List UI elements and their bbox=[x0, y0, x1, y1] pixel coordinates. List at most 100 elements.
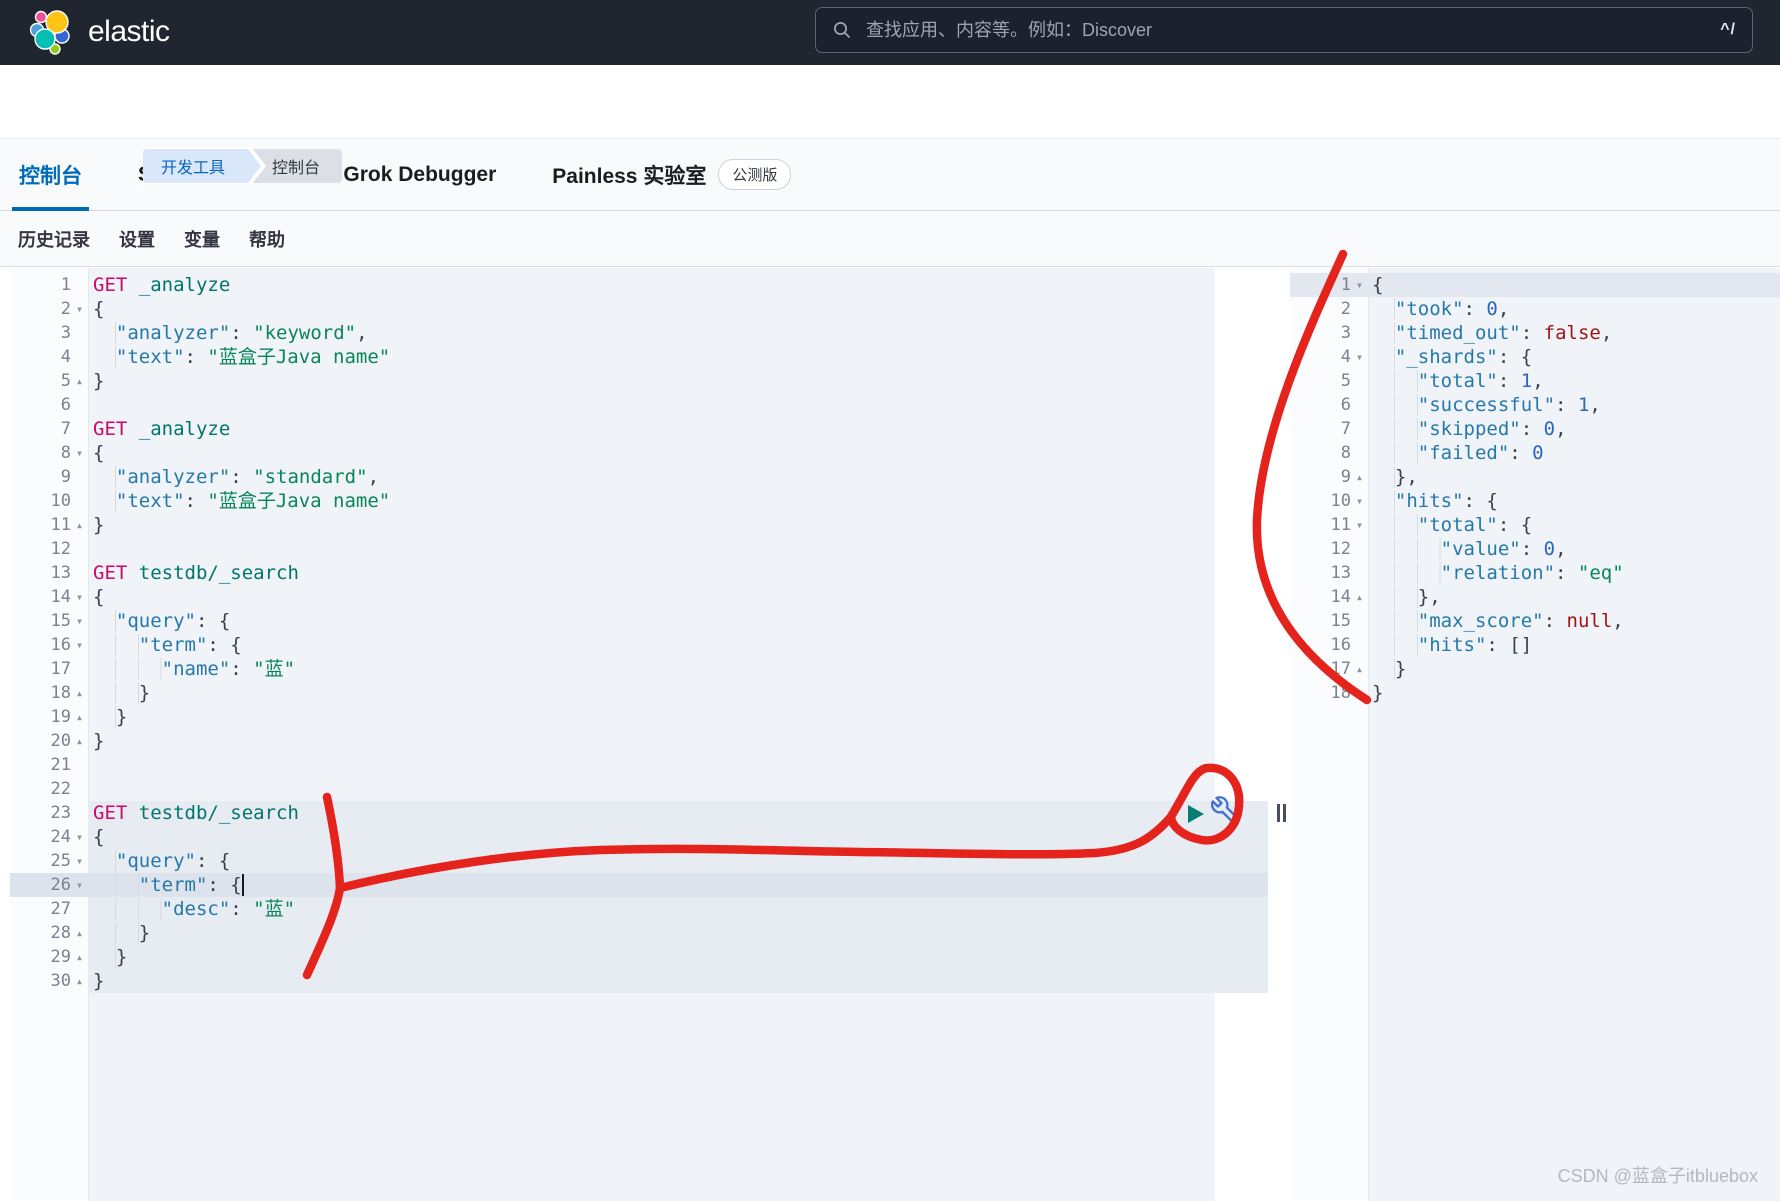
code-line[interactable] bbox=[93, 753, 1273, 777]
request-options-wrench-icon[interactable] bbox=[1211, 796, 1239, 824]
code-line[interactable]: GET _analyze bbox=[93, 417, 1273, 441]
response-viewer[interactable]: { "took": 0, "timed_out": false, "_shard… bbox=[1368, 273, 1780, 705]
code-line[interactable]: "total": { bbox=[1372, 513, 1780, 537]
fold-collapse-icon[interactable]: ▾ bbox=[1351, 278, 1368, 292]
code-line[interactable]: "skipped": 0, bbox=[1372, 417, 1780, 441]
breadcrumb-dev-tools[interactable]: 开发工具 bbox=[143, 149, 264, 183]
code-line[interactable]: "relation": "eq" bbox=[1372, 561, 1780, 585]
code-line[interactable]: "timed_out": false, bbox=[1372, 321, 1780, 345]
console-menu-item[interactable]: 帮助 bbox=[249, 226, 285, 252]
gutter-line: 7 bbox=[10, 417, 88, 441]
code-line[interactable]: "total": 1, bbox=[1372, 369, 1780, 393]
tab-grok-debugger[interactable]: Grok Debugger bbox=[336, 139, 503, 210]
code-line[interactable]: { bbox=[93, 825, 1273, 849]
code-line[interactable] bbox=[93, 393, 1273, 417]
fold-expand-icon[interactable]: ▴ bbox=[71, 950, 88, 964]
fold-expand-icon[interactable]: ▴ bbox=[71, 686, 88, 700]
gutter-line: 3 bbox=[10, 321, 88, 345]
fold-collapse-icon[interactable]: ▾ bbox=[1351, 518, 1368, 532]
code-line[interactable]: "desc": "蓝" bbox=[93, 897, 1273, 921]
fold-collapse-icon[interactable]: ▾ bbox=[71, 590, 88, 604]
fold-collapse-icon[interactable]: ▾ bbox=[71, 638, 88, 652]
code-line[interactable]: GET testdb/_search bbox=[93, 801, 1273, 825]
code-line[interactable]: { bbox=[93, 441, 1273, 465]
code-line[interactable]: } bbox=[93, 705, 1273, 729]
console-menu-item[interactable]: 设置 bbox=[119, 226, 155, 252]
code-line[interactable]: "text": "蓝盒子Java name" bbox=[93, 489, 1273, 513]
code-line[interactable]: "query": { bbox=[93, 609, 1273, 633]
code-line[interactable]: "value": 0, bbox=[1372, 537, 1780, 561]
gutter-line: 2▾ bbox=[10, 297, 88, 321]
request-editor[interactable]: GET _analyze{ "analyzer": "keyword", "te… bbox=[88, 273, 1273, 993]
line-number: 12 bbox=[1331, 539, 1351, 559]
code-line[interactable]: GET testdb/_search bbox=[93, 561, 1273, 585]
csdn-watermark: CSDN @蓝盒子itbluebox bbox=[1558, 1162, 1758, 1188]
code-line[interactable]: { bbox=[1372, 273, 1780, 297]
code-line[interactable]: } bbox=[93, 513, 1273, 537]
tab-painless-实验室[interactable]: Painless 实验室公测版 bbox=[545, 139, 798, 210]
code-line[interactable]: "term": { bbox=[93, 633, 1273, 657]
gutter-line: 22 bbox=[10, 777, 88, 801]
gutter-line: 29▴ bbox=[10, 945, 88, 969]
fold-collapse-icon[interactable]: ▾ bbox=[1351, 350, 1368, 364]
fold-expand-icon[interactable]: ▴ bbox=[71, 734, 88, 748]
fold-collapse-icon[interactable]: ▾ bbox=[71, 614, 88, 628]
code-line[interactable]: "successful": 1, bbox=[1372, 393, 1780, 417]
code-line[interactable]: { bbox=[93, 585, 1273, 609]
fold-expand-icon[interactable]: ▴ bbox=[1351, 470, 1368, 484]
fold-expand-icon[interactable]: ▴ bbox=[71, 926, 88, 940]
code-line[interactable]: "hits": { bbox=[1372, 489, 1780, 513]
breadcrumb-label: 控制台 bbox=[272, 154, 320, 178]
code-line[interactable]: GET _analyze bbox=[93, 273, 1273, 297]
code-line[interactable]: } bbox=[93, 729, 1273, 753]
gutter-line: 27 bbox=[10, 897, 88, 921]
code-line[interactable] bbox=[93, 777, 1273, 801]
fold-expand-icon[interactable]: ▴ bbox=[71, 974, 88, 988]
fold-expand-icon[interactable]: ▴ bbox=[1351, 686, 1368, 700]
code-line[interactable]: "hits": [] bbox=[1372, 633, 1780, 657]
code-line[interactable]: "name": "蓝" bbox=[93, 657, 1273, 681]
panel-splitter-handle[interactable] bbox=[1277, 804, 1286, 822]
fold-collapse-icon[interactable]: ▾ bbox=[71, 302, 88, 316]
code-line[interactable]: } bbox=[1372, 681, 1780, 705]
console-menu-item[interactable]: 变量 bbox=[184, 226, 220, 252]
code-line[interactable]: "analyzer": "standard", bbox=[93, 465, 1273, 489]
fold-expand-icon[interactable]: ▴ bbox=[71, 710, 88, 724]
code-line[interactable]: } bbox=[93, 369, 1273, 393]
code-line[interactable]: }, bbox=[1372, 465, 1780, 489]
code-line[interactable]: "max_score": null, bbox=[1372, 609, 1780, 633]
fold-collapse-icon[interactable]: ▾ bbox=[71, 878, 88, 892]
code-line[interactable]: } bbox=[1372, 657, 1780, 681]
code-line[interactable]: { bbox=[93, 297, 1273, 321]
code-line[interactable]: } bbox=[93, 945, 1273, 969]
fold-expand-icon[interactable]: ▴ bbox=[71, 518, 88, 532]
gutter-line: 12 bbox=[10, 537, 88, 561]
line-number: 10 bbox=[1331, 491, 1351, 511]
fold-collapse-icon[interactable]: ▾ bbox=[71, 446, 88, 460]
fold-collapse-icon[interactable]: ▾ bbox=[1351, 494, 1368, 508]
code-line[interactable]: "term": { bbox=[93, 873, 1273, 897]
gutter-line: 6 bbox=[10, 393, 88, 417]
tab-控制台[interactable]: 控制台 bbox=[12, 139, 89, 210]
global-search-input[interactable] bbox=[864, 19, 1710, 42]
code-line[interactable]: "analyzer": "keyword", bbox=[93, 321, 1273, 345]
send-request-play-icon[interactable] bbox=[1188, 805, 1204, 823]
code-line[interactable]: "_shards": { bbox=[1372, 345, 1780, 369]
fold-collapse-icon[interactable]: ▾ bbox=[71, 854, 88, 868]
fold-expand-icon[interactable]: ▴ bbox=[71, 374, 88, 388]
fold-expand-icon[interactable]: ▴ bbox=[1351, 662, 1368, 676]
fold-collapse-icon[interactable]: ▾ bbox=[71, 830, 88, 844]
code-line[interactable]: "failed": 0 bbox=[1372, 441, 1780, 465]
code-line[interactable]: }, bbox=[1372, 585, 1780, 609]
code-line[interactable]: "query": { bbox=[93, 849, 1273, 873]
code-line[interactable]: "took": 0, bbox=[1372, 297, 1780, 321]
line-number: 14 bbox=[1331, 587, 1351, 607]
global-search-bar[interactable]: ^/ bbox=[815, 7, 1753, 53]
code-line[interactable] bbox=[93, 537, 1273, 561]
fold-expand-icon[interactable]: ▴ bbox=[1351, 590, 1368, 604]
code-line[interactable]: } bbox=[93, 681, 1273, 705]
console-menu-item[interactable]: 历史记录 bbox=[18, 226, 90, 252]
code-line[interactable]: "text": "蓝盒子Java name" bbox=[93, 345, 1273, 369]
code-line[interactable]: } bbox=[93, 921, 1273, 945]
code-line[interactable]: } bbox=[93, 969, 1273, 993]
